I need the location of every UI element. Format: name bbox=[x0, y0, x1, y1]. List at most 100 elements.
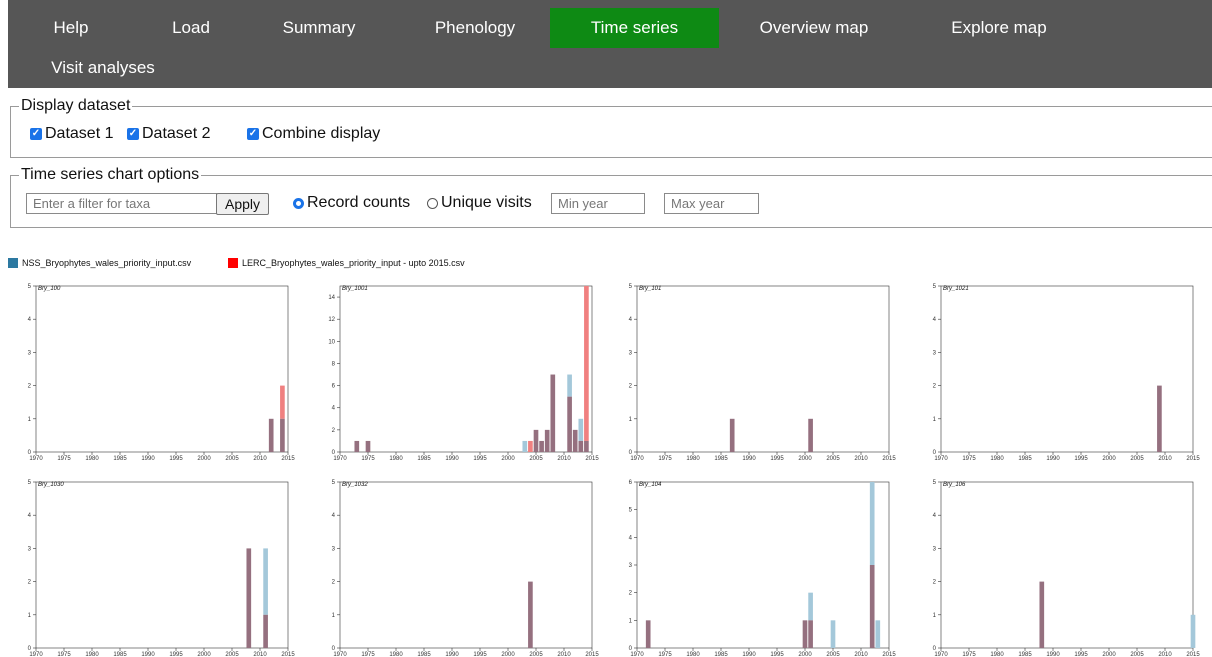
bar-overlap bbox=[268, 418, 274, 452]
bar-overlap bbox=[869, 565, 875, 648]
x-tick-label: 1990 bbox=[141, 456, 155, 462]
bar-overlap bbox=[802, 620, 808, 648]
y-tick-label: 1 bbox=[332, 613, 336, 619]
x-tick-label: 1970 bbox=[934, 652, 948, 657]
y-tick-label: 6 bbox=[629, 480, 633, 486]
x-tick-label: 2010 bbox=[253, 456, 267, 462]
bar-overlap bbox=[578, 440, 584, 452]
y-tick-label: 3 bbox=[933, 350, 937, 356]
y-tick-label: 12 bbox=[328, 317, 335, 323]
x-tick-label: 1980 bbox=[85, 456, 99, 462]
x-tick-label: 1980 bbox=[85, 652, 99, 657]
y-tick-label: 4 bbox=[28, 317, 32, 323]
x-tick-label: 1990 bbox=[445, 456, 459, 462]
y-tick-label: 6 bbox=[332, 384, 336, 390]
y-tick-label: 10 bbox=[328, 339, 335, 345]
y-tick-label: 3 bbox=[629, 350, 633, 356]
chart-frame bbox=[339, 481, 593, 649]
x-tick-label: 1990 bbox=[141, 652, 155, 657]
x-tick-label: 1970 bbox=[29, 456, 43, 462]
chart-frame bbox=[940, 481, 1194, 649]
y-tick-label: 2 bbox=[629, 591, 633, 597]
x-tick-label: 2000 bbox=[798, 652, 812, 657]
x-tick-label: 1970 bbox=[630, 456, 644, 462]
x-tick-label: 1975 bbox=[658, 652, 672, 657]
x-tick-label: 1990 bbox=[1046, 456, 1060, 462]
x-tick-label: 1975 bbox=[57, 652, 71, 657]
y-tick-label: 2 bbox=[28, 384, 32, 390]
chart-title: Bry_101 bbox=[639, 286, 661, 292]
x-tick-label: 1995 bbox=[169, 652, 183, 657]
chart-title: Bry_1001 bbox=[342, 286, 368, 292]
y-tick-label: 1 bbox=[28, 417, 32, 423]
x-tick-label: 2005 bbox=[529, 456, 543, 462]
x-tick-label: 2010 bbox=[557, 456, 571, 462]
x-tick-label: 2010 bbox=[854, 652, 868, 657]
y-tick-label: 5 bbox=[933, 480, 937, 486]
x-tick-label: 1985 bbox=[113, 652, 127, 657]
x-tick-label: 1975 bbox=[658, 456, 672, 462]
y-tick-label: 1 bbox=[933, 613, 937, 619]
bar-nss bbox=[1190, 614, 1196, 648]
x-tick-label: 1970 bbox=[29, 652, 43, 657]
x-tick-label: 1980 bbox=[686, 456, 700, 462]
x-tick-label: 2005 bbox=[225, 652, 239, 657]
bar-overlap bbox=[1157, 385, 1162, 452]
x-tick-label: 2015 bbox=[281, 652, 295, 657]
x-tick-label: 1970 bbox=[333, 652, 347, 657]
x-tick-label: 2000 bbox=[798, 456, 812, 462]
y-tick-label: 5 bbox=[28, 284, 32, 290]
y-tick-label: 4 bbox=[933, 513, 937, 519]
x-tick-label: 2005 bbox=[826, 456, 840, 462]
bar-overlap bbox=[1039, 581, 1045, 648]
y-tick-label: 5 bbox=[933, 284, 937, 290]
x-tick-label: 1985 bbox=[113, 456, 127, 462]
y-tick-label: 5 bbox=[332, 480, 336, 486]
x-tick-label: 1995 bbox=[473, 652, 487, 657]
x-tick-label: 1985 bbox=[417, 456, 431, 462]
bar-overlap bbox=[263, 614, 268, 648]
chart-frame bbox=[636, 285, 890, 453]
chart-title: Bry_1032 bbox=[342, 482, 368, 488]
x-tick-label: 1980 bbox=[389, 652, 403, 657]
y-tick-label: 3 bbox=[28, 546, 32, 552]
x-tick-label: 2005 bbox=[826, 652, 840, 657]
x-tick-label: 2015 bbox=[281, 456, 295, 462]
bar-nss bbox=[567, 374, 572, 397]
x-tick-label: 1995 bbox=[1074, 652, 1088, 657]
y-tick-label: 5 bbox=[629, 284, 633, 290]
x-tick-label: 1970 bbox=[630, 652, 644, 657]
y-tick-label: 2 bbox=[28, 580, 32, 586]
y-tick-label: 5 bbox=[629, 508, 633, 514]
x-tick-label: 2010 bbox=[854, 456, 868, 462]
bar-overlap bbox=[729, 418, 735, 452]
x-tick-label: 1990 bbox=[742, 652, 756, 657]
bar-overlap bbox=[544, 429, 550, 452]
x-tick-label: 2000 bbox=[501, 652, 515, 657]
bar-overlap bbox=[645, 620, 651, 648]
chart-frame bbox=[35, 285, 289, 453]
time-series-charts: Bry_1000123451970 1975 1980 1985 1990 1995 200… bbox=[28, 284, 1201, 657]
x-tick-label: 2015 bbox=[1186, 652, 1200, 657]
bar-overlap bbox=[567, 396, 572, 452]
y-tick-label: 2 bbox=[933, 580, 937, 586]
x-tick-label: 1970 bbox=[934, 456, 948, 462]
bar-overlap bbox=[354, 440, 360, 452]
bar-overlap bbox=[528, 581, 533, 648]
x-tick-label: 2000 bbox=[1102, 652, 1116, 657]
bar-lerc bbox=[528, 440, 533, 452]
bar-lerc bbox=[280, 385, 285, 419]
x-tick-label: 1990 bbox=[1046, 652, 1060, 657]
x-tick-label: 2015 bbox=[1186, 456, 1200, 462]
y-tick-label: 4 bbox=[332, 406, 336, 412]
bar-nss bbox=[578, 418, 584, 441]
bar-nss bbox=[808, 592, 813, 621]
x-tick-label: 1995 bbox=[770, 652, 784, 657]
chart-title: Bry_100 bbox=[38, 286, 61, 292]
x-tick-label: 1995 bbox=[169, 456, 183, 462]
y-tick-label: 14 bbox=[328, 295, 335, 301]
y-tick-label: 1 bbox=[629, 417, 633, 423]
bar-overlap bbox=[246, 548, 252, 648]
bar-overlap bbox=[533, 429, 539, 452]
x-tick-label: 1970 bbox=[333, 456, 347, 462]
